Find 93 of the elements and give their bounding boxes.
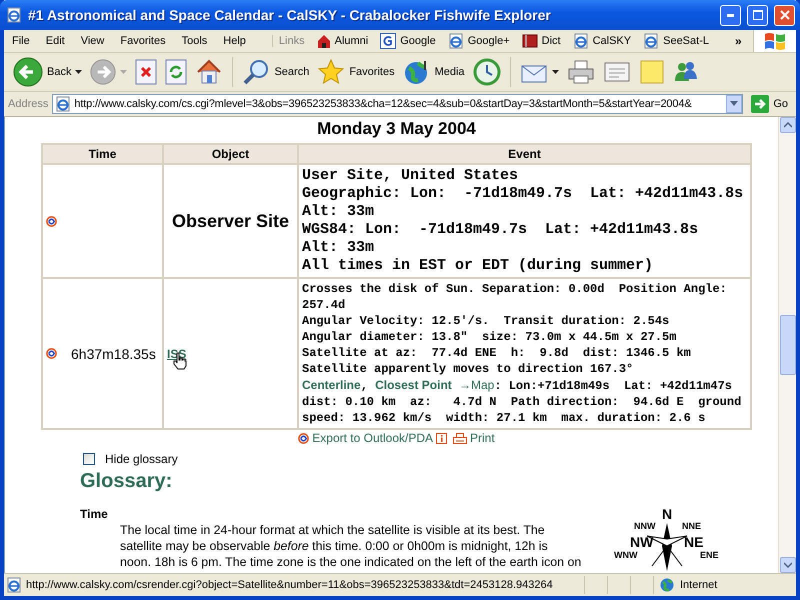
event-text: Angular Velocity: 12.5'/s. Transit duration: 2.54s bbox=[302, 313, 670, 329]
status-url: http://www.calsky.com/csrender.cgi?object=Satellite&number=11&obs=396523253833&tdt=2453128.943264 bbox=[26, 579, 553, 591]
security-zone: Internet bbox=[680, 579, 718, 591]
column-header: Event bbox=[298, 144, 751, 164]
info-icon bbox=[436, 432, 448, 444]
window-title: #1 Astronomical and Space Calendar - CalSKY - Crabalocker Fishwife Explorer bbox=[28, 7, 552, 23]
browser-icon bbox=[6, 7, 22, 23]
menu-item[interactable]: File bbox=[4, 35, 38, 47]
letter-g-icon bbox=[380, 33, 396, 49]
menu-item[interactable]: Tools bbox=[174, 35, 216, 47]
compass-label: NNE bbox=[682, 522, 702, 531]
schoolhouse-icon bbox=[316, 33, 331, 49]
maximize-button[interactable] bbox=[747, 4, 768, 26]
printer-icon bbox=[566, 59, 595, 85]
scroll-thumb[interactable] bbox=[780, 315, 796, 375]
dropdown-arrow-icon bbox=[730, 101, 738, 107]
search-button[interactable]: Search bbox=[239, 56, 312, 88]
event-text: Geographic: Lon: -71d18m49.7s Lat: +42d11m43.8s Alt: 33m bbox=[302, 185, 744, 221]
column-header: Time bbox=[42, 144, 163, 164]
dropdown-arrow-icon bbox=[552, 70, 559, 74]
text-link[interactable]: Closest Point bbox=[375, 378, 452, 392]
menu-item[interactable]: View bbox=[72, 35, 112, 47]
export-link[interactable]: Export to Outlook/PDA bbox=[298, 431, 448, 445]
go-button[interactable]: Go bbox=[747, 95, 792, 113]
event-time: 6h37m18.35s bbox=[71, 346, 156, 362]
dropdown-arrow-icon bbox=[120, 70, 128, 74]
menu-item[interactable]: Edit bbox=[38, 35, 73, 47]
link-button[interactable]: SeeSat-L bbox=[637, 33, 715, 49]
favorites-button[interactable]: Favorites bbox=[314, 56, 398, 88]
refresh-icon bbox=[165, 59, 188, 85]
link-button[interactable]: Google bbox=[374, 33, 442, 49]
star-icon bbox=[317, 58, 346, 86]
compass-label: WNW bbox=[614, 551, 638, 560]
compass-label: NW bbox=[630, 535, 654, 549]
dropdown-arrow-icon bbox=[75, 70, 82, 74]
print-link[interactable]: Print bbox=[453, 431, 495, 445]
date-heading: Monday 3 May 2004 bbox=[316, 118, 477, 140]
map-link[interactable]: →Map bbox=[458, 378, 494, 392]
text-link[interactable]: Centerline bbox=[302, 378, 361, 392]
search-icon bbox=[242, 58, 270, 86]
column-header: Object bbox=[163, 144, 298, 164]
spiral-logo-icon bbox=[298, 432, 310, 444]
page-icon bbox=[6, 577, 22, 593]
maximize-icon bbox=[752, 10, 762, 20]
minimize-icon bbox=[726, 14, 734, 16]
spiral-logo-icon bbox=[46, 348, 57, 359]
event-text: Centerline, Closest Point →Map: Lon:+71d18m49s Lat: +42d11m47s dist: 0.10 km az: 4.7d N Path direction: 94.6d E ground speed: 13.962 km/s width: 27.1 km max. duration: 2.6 s bbox=[302, 377, 742, 426]
compass-label: NE bbox=[684, 535, 704, 549]
links-label: Links bbox=[272, 35, 311, 47]
link-button[interactable]: Alumni bbox=[310, 33, 374, 49]
compass-label: ENE bbox=[700, 551, 719, 560]
event-text: Crosses the disk of Sun. Separation: 0.00d Position Angle: 257.4d bbox=[302, 281, 728, 313]
globe-icon bbox=[660, 578, 674, 592]
event-text: Satellite at az: 77.4d ENE h: 9.8d dist: 1346.5 km bbox=[302, 345, 692, 361]
home-icon bbox=[195, 58, 224, 86]
more-links-button[interactable]: » bbox=[728, 33, 748, 49]
glossary-title: Glossary: bbox=[80, 470, 174, 493]
menu-item[interactable]: Help bbox=[215, 35, 254, 47]
compass-label: NNW bbox=[634, 522, 656, 531]
stop-icon bbox=[135, 59, 158, 85]
address-field[interactable]: http://www.calsky.com/cs.cgi?mlevel=3&obs=396523253833&cha=12&sec=4&sub=0&startDay=3&startMonth=5&startYear=2004& bbox=[52, 94, 744, 114]
close-icon bbox=[780, 10, 790, 20]
link-button[interactable]: Google+ bbox=[442, 33, 516, 49]
media-button[interactable]: Media bbox=[400, 56, 468, 88]
spiral-logo-icon bbox=[46, 216, 57, 226]
link-button[interactable]: Dict bbox=[516, 33, 567, 49]
book-icon bbox=[522, 33, 538, 49]
link-button[interactable]: CalSKY bbox=[566, 33, 638, 49]
page-icon bbox=[448, 33, 464, 49]
event-text: WGS84: Lon: -71d18m49.7s Lat: +42d11m43.8s Alt: 33m bbox=[302, 221, 700, 257]
page-icon bbox=[572, 33, 589, 49]
glossary-definition: The local time in 24-hour format at which the satellite is visible at its best. The satellite may be observable before this time. 0:00 or 0h00m is midnight, 12h is noon. 18h is 6 pm. The time zone is the one indicated on the left of the earth icon on bbox=[120, 522, 582, 571]
menu-item[interactable]: Favorites bbox=[112, 35, 174, 47]
page-icon bbox=[55, 96, 72, 112]
minimize-button[interactable] bbox=[720, 4, 741, 26]
compass-label: N bbox=[662, 507, 672, 521]
page-icon bbox=[643, 33, 660, 49]
checkbox-label: Hide glossary bbox=[105, 452, 178, 466]
back-button[interactable]: Back bbox=[10, 55, 86, 89]
object-name: Observer Site bbox=[170, 210, 290, 232]
printer-icon bbox=[453, 432, 468, 444]
event-text: User Site, United States bbox=[302, 167, 520, 185]
note-icon bbox=[638, 59, 665, 85]
address-label: Address bbox=[8, 98, 48, 110]
glossary-term: Time bbox=[80, 507, 108, 521]
checkbox[interactable] bbox=[83, 453, 95, 465]
clock-icon bbox=[472, 58, 501, 86]
event-text: All times in EST or EDT (during summer) bbox=[302, 257, 654, 275]
windows-flag-icon bbox=[763, 31, 787, 51]
event-text: Angular diameter: 13.8" size: 73.0m x 44.5m x 27.5m bbox=[302, 329, 678, 345]
scrollbar[interactable] bbox=[778, 117, 796, 573]
close-button[interactable] bbox=[774, 4, 795, 26]
event-text: Satellite apparently moves to direction 167.3° bbox=[302, 361, 634, 377]
